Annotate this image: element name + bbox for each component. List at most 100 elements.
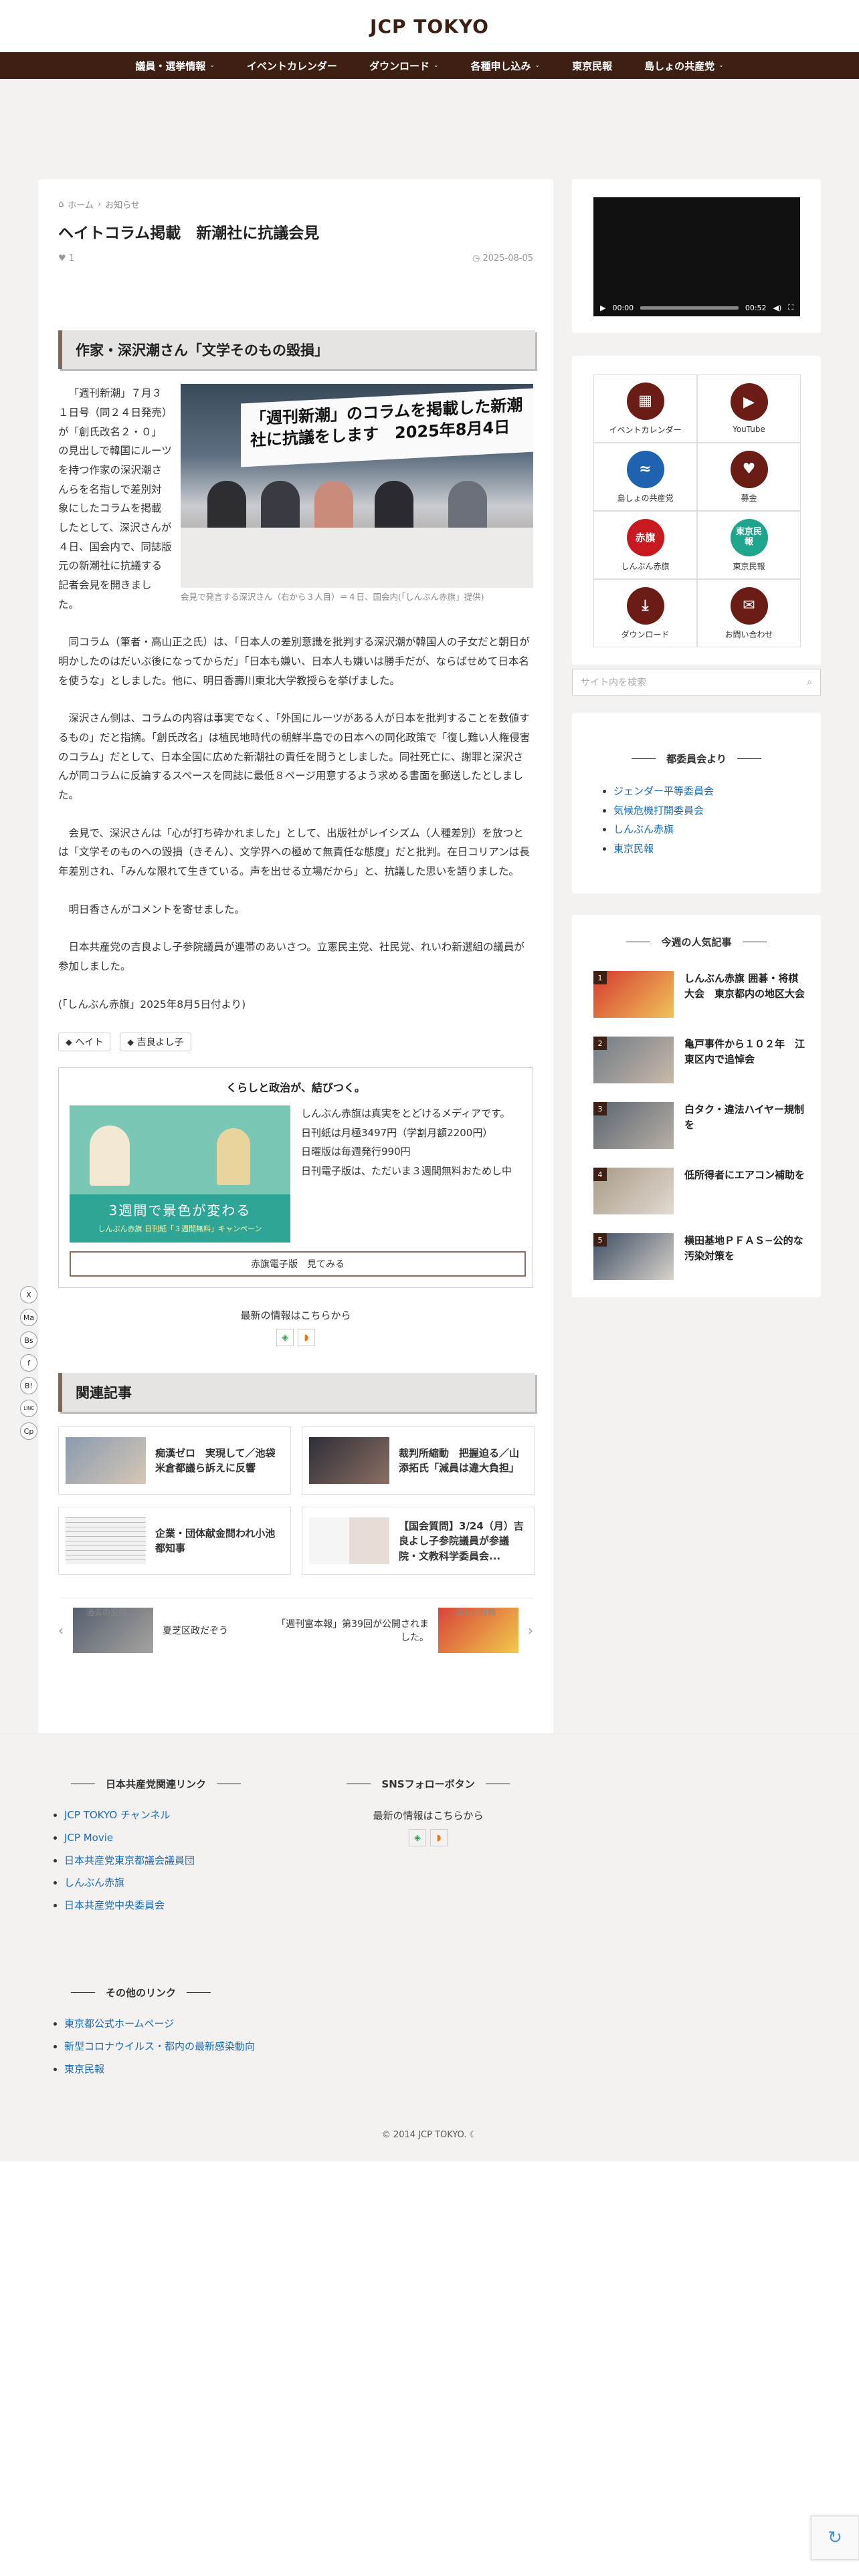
copy-icon[interactable]: Cp	[20, 1422, 37, 1440]
line-icon[interactable]: LINE	[20, 1400, 37, 1417]
icon-menu-label: イベントカレンダー	[609, 425, 682, 435]
next-title: 「週刊富本報」第39回が公開されました。	[276, 1619, 429, 1644]
nav-item[interactable]: 島しょの共産党 ⌄	[628, 52, 740, 79]
related-card[interactable]: 裁判所縮動 把握迫る／山添拓氏「減員は違大負担」	[302, 1426, 535, 1495]
icon-menu-item[interactable]: ≈ 島しょの共産党	[593, 443, 697, 511]
related-card[interactable]: 企業・団体献金問われ小池都知事	[58, 1507, 291, 1576]
search-icon[interactable]: ⌕	[807, 677, 812, 687]
nav-item[interactable]: イベントカレンダー	[231, 52, 353, 79]
fullscreen-icon[interactable]: ⛶	[788, 303, 793, 312]
footer-links-title-text: 日本共産党関連リンク	[106, 1778, 207, 1790]
footer-follow-icons: ◈ ◗	[341, 1829, 515, 1846]
promo-line: 日刊紙は月極3497円（学割月額2200円）	[301, 1126, 493, 1139]
chevron-down-icon: ⌄	[535, 62, 541, 69]
facebook-icon[interactable]: f	[20, 1354, 37, 1372]
prev-label: 過去の投稿	[86, 1608, 127, 1618]
ranking-item[interactable]: 4 低所得者にエアコン補助を	[593, 1168, 807, 1214]
footer-link[interactable]: 新型コロナウイルス・都内の最新感染動向	[64, 2040, 255, 2052]
icon-menu-item[interactable]: ⤓ ダウンロード	[593, 579, 697, 647]
ranking-item[interactable]: 5 横田基地ＰＦＡＳ−公的な汚染対策を	[593, 1233, 807, 1280]
footer-link[interactable]: 東京民報	[64, 2063, 104, 2075]
tag-list: ⬥ ヘイト ⬥ 吉良よし子	[58, 1033, 533, 1052]
bluesky-icon[interactable]: Bs	[20, 1331, 37, 1349]
volume-icon[interactable]: ◀)	[773, 304, 782, 312]
nav-item[interactable]: 議員・選挙情報 ⌄	[119, 52, 231, 79]
tag-icon: ⬥	[127, 1037, 134, 1049]
committee-link[interactable]: ジェンダー平等委員会	[613, 785, 714, 797]
mastodon-icon[interactable]: Ma	[20, 1309, 37, 1326]
photo-banner-text: 「週刊新潮」のコラムを掲載した新潮社に抗議をします 2025年8月4日	[241, 388, 533, 467]
feedly-icon[interactable]: ◈	[409, 1829, 426, 1846]
recaptcha-badge[interactable]: ↻	[811, 2516, 859, 2560]
next-post-link[interactable]: 「週刊富本報」第39回が公開されました。 新しい投稿 ›	[275, 1608, 533, 1654]
nav-item-label: イベントカレンダー	[246, 60, 337, 72]
prev-title: 夏芝区政だぞう	[163, 1626, 228, 1637]
ranking-item[interactable]: 1 しんぶん赤旗 囲碁・将棋大会 東京都内の地区大会	[593, 971, 807, 1018]
icon-menu-item[interactable]: ▶ YouTube	[697, 374, 801, 443]
footer-link[interactable]: JCP TOKYO チャンネル	[64, 1809, 170, 1821]
play-icon[interactable]: ▶	[600, 304, 605, 312]
prev-post-link[interactable]: ‹ 過去の投稿 夏芝区政だぞう	[58, 1608, 228, 1654]
x-icon[interactable]: X	[20, 1286, 37, 1303]
calendar-icon: ▦	[626, 382, 664, 420]
tokyo-minpo-icon: 東京民報	[730, 518, 768, 556]
feedly-icon[interactable]: ◈	[276, 1329, 294, 1347]
akahata-digital-button[interactable]: 赤旗電子版 見てみる	[70, 1251, 526, 1277]
post-date: ◷ 2025-08-05	[472, 253, 533, 263]
footer-link[interactable]: JCP Movie	[64, 1832, 113, 1844]
footer-sns-title: SNSフォローボタン	[341, 1777, 515, 1791]
tag-label: ヘイト	[75, 1037, 104, 1049]
icon-menu-item[interactable]: 東京民報 東京民報	[697, 511, 801, 579]
figure-caption: 会見で発言する深沢さん（右から３人目）＝４日、国会内(「しんぶん赤旗」提供)	[181, 592, 484, 603]
ranking-title: 横田基地ＰＦＡＳ−公的な汚染対策を	[684, 1235, 803, 1262]
icon-menu-item[interactable]: ▦ イベントカレンダー	[593, 374, 697, 443]
promo-banner-sub: しんぶん赤旗 日刊紙「３週間無料」キャンペーン	[98, 1224, 262, 1234]
hatena-icon[interactable]: B!	[20, 1377, 37, 1394]
ranking-item[interactable]: 2 亀戸事件から１０２年 江東区内で追悼会	[593, 1037, 807, 1083]
related-card[interactable]: 痴漢ゼロ 実現して／池袋 米倉都議ら訴えに反響	[58, 1426, 291, 1495]
committee-title-text: 都委員会より	[666, 753, 727, 765]
footer-link[interactable]: 東京都公式ホームページ	[64, 2018, 174, 2030]
heart-icon: ♥	[58, 253, 66, 264]
icon-menu-item[interactable]: ✉ お問い合わせ	[697, 579, 801, 647]
committee-link[interactable]: 気候危機打開委員会	[613, 804, 704, 817]
footer-link[interactable]: 日本共産党中央委員会	[64, 1899, 165, 1911]
icon-menu-item[interactable]: 赤旗 しんぶん赤旗	[593, 511, 697, 579]
article-source: (「しんぶん赤旗」2025年8月5日付より)	[58, 998, 246, 1010]
rss-icon[interactable]: ◗	[430, 1829, 448, 1846]
icon-menu-item[interactable]: ♥ 募金	[697, 443, 801, 511]
footer-link[interactable]: 日本共産党東京都議会議員団	[64, 1854, 195, 1866]
tag[interactable]: ⬥ ヘイト	[58, 1033, 111, 1052]
breadcrumb-home[interactable]: ホーム	[68, 198, 94, 211]
like-count[interactable]: ♥ 1	[58, 253, 74, 263]
chevron-left-icon: ‹	[58, 1622, 64, 1639]
footer-link[interactable]: しんぶん赤旗	[64, 1876, 124, 1889]
rss-icon[interactable]: ◗	[298, 1329, 315, 1347]
nav-item[interactable]: 各種申し込み ⌄	[455, 52, 557, 79]
related-card[interactable]: 【国会質問】3/24（月）吉良よし子参院議員が参議院・文教科学委員会...	[302, 1507, 535, 1576]
committee-link[interactable]: 東京民報	[613, 843, 654, 855]
nav-item[interactable]: ダウンロード ⌄	[353, 52, 455, 79]
article-paragraph: 明日香さんがコメントを寄せました。	[68, 903, 246, 916]
promo-text: しんぶん赤旗は真実をとどけるメディアです。 日刊紙は月極3497円（学割月額22…	[301, 1104, 529, 1180]
tag-label: 吉良よし子	[136, 1037, 184, 1049]
promo-line: 日刊電子版は、ただいま３週間無料おためし中	[301, 1164, 512, 1177]
committee-widget: 都委員会より ジェンダー平等委員会 気候危機打開委員会 しんぶん赤旗 東京民報	[572, 713, 821, 893]
article-body: 「週刊新潮」のコラムを掲載した新潮社に抗議をします 2025年8月4日 会見で発…	[58, 384, 533, 1014]
island-icon: ≈	[626, 450, 664, 488]
page-bottom	[0, 2161, 859, 2576]
tag[interactable]: ⬥ 吉良よし子	[120, 1033, 191, 1052]
site-header: JCP TOKYO	[0, 0, 859, 52]
ranking-item[interactable]: 3 白タク・違法ハイヤー規制を	[593, 1102, 807, 1149]
search-input[interactable]: サイト内を検索 ⌕	[572, 669, 821, 695]
moon-icon[interactable]: ☾	[470, 2130, 478, 2140]
video-player[interactable]: ▶ 00:00 00:52 ◀) ⛶	[593, 197, 800, 316]
footer-link-item: JCP TOKYO チャンネル	[64, 1804, 314, 1827]
committee-link[interactable]: しんぶん赤旗	[613, 823, 674, 835]
breadcrumb-category[interactable]: お知らせ	[105, 198, 140, 211]
related-grid: 痴漢ゼロ 実現して／池袋 米倉都議ら訴えに反響 裁判所縮動 把握迫る／山添拓氏「…	[58, 1426, 535, 1576]
video-progress[interactable]	[640, 306, 739, 310]
promo-banner-image[interactable]: 3週間で景色が変わる しんぶん赤旗 日刊紙「３週間無料」キャンペーン	[70, 1105, 290, 1243]
site-logo[interactable]: JCP TOKYO	[370, 15, 489, 37]
nav-item[interactable]: 東京民報	[556, 52, 628, 79]
